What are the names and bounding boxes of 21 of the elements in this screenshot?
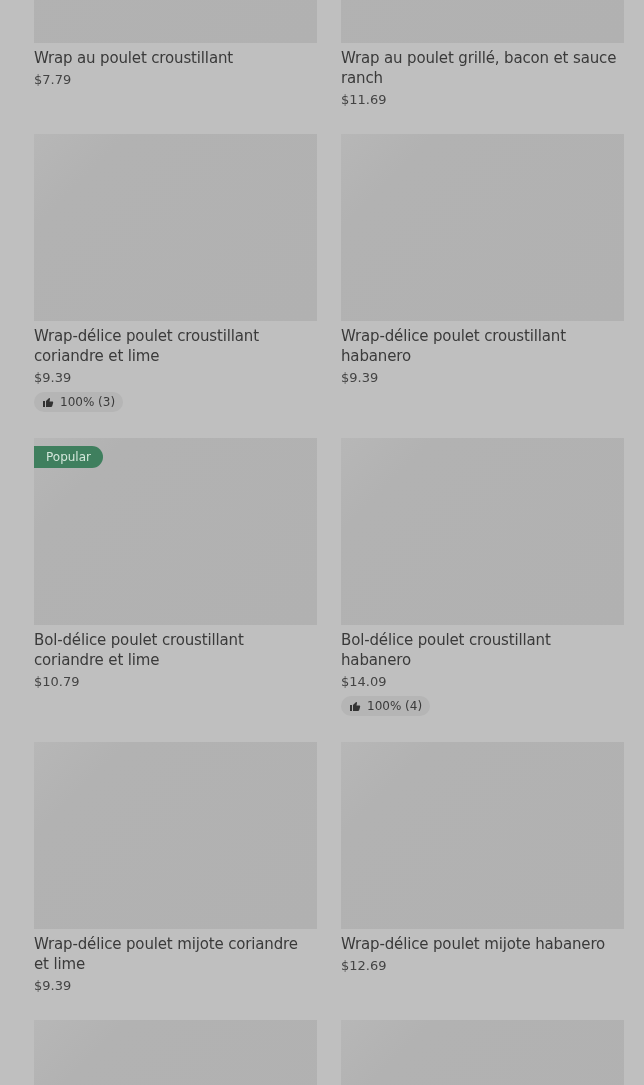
item-price: $14.09 xyxy=(341,673,388,690)
item-price: $9.39 xyxy=(34,977,73,994)
item-name[interactable]: Wrap-délice poulet croustillant habanero xyxy=(341,326,624,366)
thumbs-up-icon xyxy=(42,396,54,408)
item-name[interactable]: Bol-délice poulet croustillant habanero xyxy=(341,630,624,670)
rating-text: 100% (3) xyxy=(60,395,116,409)
item-price: $9.39 xyxy=(34,369,73,386)
item-price: $7.79 xyxy=(34,71,73,88)
item-name[interactable]: Bol-délice poulet croustillant coriandre et lime xyxy=(34,630,317,670)
item-price: $10.79 xyxy=(34,673,81,690)
item-name[interactable]: Wrap au poulet grillé, bacon et sauce ranch xyxy=(341,48,624,88)
item-name[interactable]: Wrap-délice poulet mijote coriandre et lime xyxy=(34,934,317,974)
popular-badge: Popular xyxy=(34,446,103,468)
item-name[interactable]: Wrap au poulet croustillant xyxy=(34,48,317,68)
rating-text: 100% (4) xyxy=(367,699,423,713)
item-price: $12.69 xyxy=(341,957,388,974)
item-price: $11.69 xyxy=(341,91,388,108)
item-name[interactable]: Wrap-délice poulet mijote habanero xyxy=(341,934,624,954)
thumbs-up-icon xyxy=(349,700,361,712)
item-name[interactable]: Wrap-délice poulet croustillant coriandre et lime xyxy=(34,326,317,366)
item-price: $9.39 xyxy=(341,369,380,386)
